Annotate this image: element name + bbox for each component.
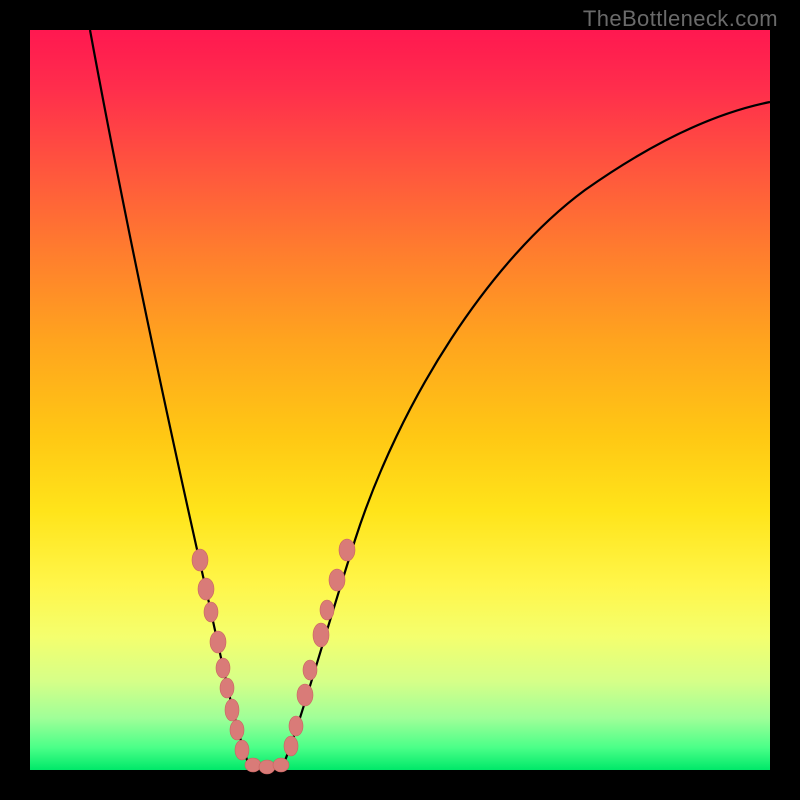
right-curve bbox=[282, 102, 770, 768]
chart-frame: TheBottleneck.com bbox=[0, 0, 800, 800]
plot-area bbox=[30, 30, 770, 770]
bead-left bbox=[210, 631, 226, 653]
bead-left bbox=[225, 699, 239, 721]
valley-beads-cluster bbox=[245, 758, 289, 774]
bead-left bbox=[235, 740, 249, 760]
bottleneck-curve-svg bbox=[30, 30, 770, 770]
bead-right bbox=[313, 623, 329, 647]
bead-left bbox=[230, 720, 244, 740]
bead-left bbox=[220, 678, 234, 698]
left-curve bbox=[90, 30, 250, 768]
bead-left bbox=[204, 602, 218, 622]
bead-valley bbox=[245, 758, 261, 772]
bead-left bbox=[198, 578, 214, 600]
bead-left bbox=[216, 658, 230, 678]
bead-right bbox=[289, 716, 303, 736]
bead-right bbox=[339, 539, 355, 561]
bead-right bbox=[320, 600, 334, 620]
bead-right bbox=[284, 736, 298, 756]
bead-right bbox=[329, 569, 345, 591]
bead-valley bbox=[259, 760, 275, 774]
bead-left bbox=[192, 549, 208, 571]
bead-right bbox=[303, 660, 317, 680]
watermark-text: TheBottleneck.com bbox=[583, 6, 778, 32]
bead-right bbox=[297, 684, 313, 706]
bead-valley bbox=[273, 758, 289, 772]
